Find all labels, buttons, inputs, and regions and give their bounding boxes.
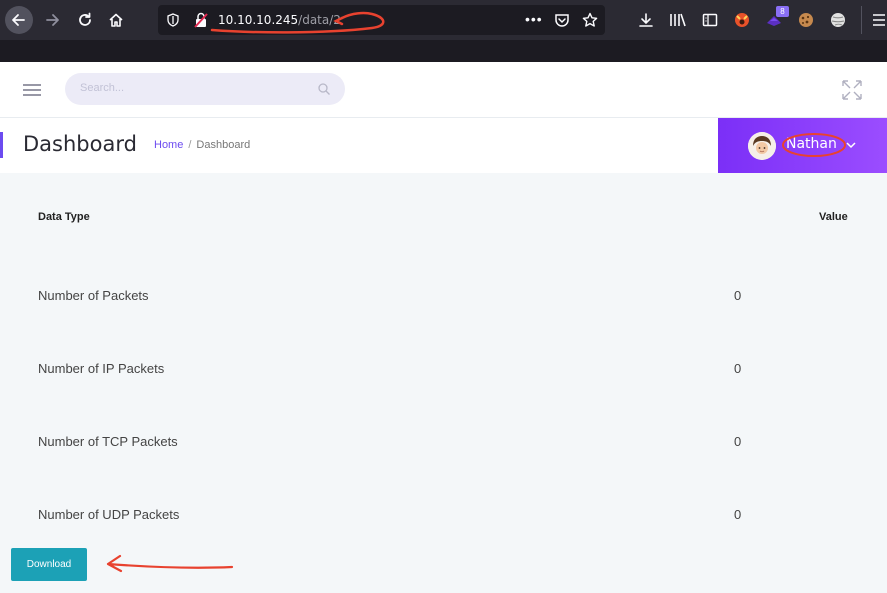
column-header-data-type: Data Type	[38, 211, 90, 223]
reader-icon	[702, 13, 718, 27]
url-path: /data/2	[298, 13, 341, 27]
row-label: Number of TCP Packets	[38, 434, 178, 449]
home-icon	[109, 13, 123, 27]
extension-ball-icon	[831, 13, 845, 27]
breadcrumb: Home / Dashboard	[154, 139, 250, 151]
url-host: 10.10.10.245	[218, 13, 299, 27]
back-button[interactable]	[5, 6, 33, 34]
back-arrow-icon	[12, 14, 25, 26]
pocket-icon[interactable]	[554, 12, 570, 28]
reload-icon	[79, 12, 91, 26]
extension-cookie-icon	[799, 13, 813, 27]
url-bar[interactable]: 10.10.10.245/data/2 •••	[158, 5, 605, 35]
menu-icon	[873, 14, 885, 26]
row-label: Number of Packets	[38, 288, 149, 303]
download-icon	[639, 13, 653, 27]
breadcrumb-separator: /	[188, 139, 192, 151]
extension-cookie[interactable]	[796, 10, 816, 30]
browser-toolbar: 10.10.10.245/data/2 ••• 8	[0, 0, 887, 40]
app-menu-button[interactable]	[869, 10, 887, 30]
page-title: Dashboard	[23, 132, 137, 156]
search-icon[interactable]	[317, 82, 331, 96]
extension-fox-icon	[735, 13, 749, 27]
reader-button[interactable]	[700, 10, 720, 30]
library-button[interactable]	[668, 10, 688, 30]
page-header: Dashboard Home / Dashboard Nathan	[0, 118, 887, 173]
avatar-face-icon	[748, 132, 776, 160]
more-dots-icon[interactable]: •••	[525, 11, 543, 27]
insecure-lock-icon	[194, 12, 208, 28]
url-text: 10.10.10.245/data/2	[218, 13, 341, 27]
user-name[interactable]: Nathan	[786, 136, 837, 152]
avatar[interactable]	[748, 132, 776, 160]
search-box[interactable]: Search...	[65, 73, 345, 105]
column-header-value: Value	[819, 211, 848, 223]
content-area	[0, 173, 887, 593]
title-accent-bar	[0, 132, 3, 158]
app-topbar: Search...	[0, 62, 887, 118]
download-button[interactable]: Download	[11, 548, 87, 581]
browser-bottom-strip	[0, 40, 887, 62]
screen: 10.10.10.245/data/2 ••• 8 Search... Dash…	[0, 0, 887, 593]
row-label: Number of UDP Packets	[38, 507, 180, 522]
hamburger-icon[interactable]	[22, 82, 42, 98]
reload-button[interactable]	[71, 6, 99, 34]
shield-icon	[167, 13, 179, 27]
expand-icon[interactable]	[841, 79, 863, 101]
chevron-down-icon[interactable]	[845, 140, 857, 150]
row-value: 0	[734, 361, 742, 376]
extension-fox[interactable]	[732, 10, 752, 30]
search-input[interactable]: Search...	[80, 82, 124, 94]
star-icon[interactable]	[582, 12, 598, 28]
extension-badge: 8	[776, 6, 789, 17]
breadcrumb-current: Dashboard	[196, 139, 251, 151]
extension-ball[interactable]	[828, 10, 848, 30]
forward-arrow-icon	[46, 14, 59, 26]
row-label: Number of IP Packets	[38, 361, 165, 376]
forward-button[interactable]	[38, 6, 66, 34]
row-value: 0	[734, 434, 742, 449]
library-icon	[670, 13, 686, 27]
row-value: 0	[734, 288, 742, 303]
home-button[interactable]	[102, 6, 130, 34]
downloads-button[interactable]	[636, 10, 656, 30]
user-menu[interactable]: Nathan	[718, 118, 887, 173]
breadcrumb-home-link[interactable]: Home	[154, 139, 183, 151]
toolbar-divider	[861, 6, 862, 34]
row-value: 0	[734, 507, 742, 522]
